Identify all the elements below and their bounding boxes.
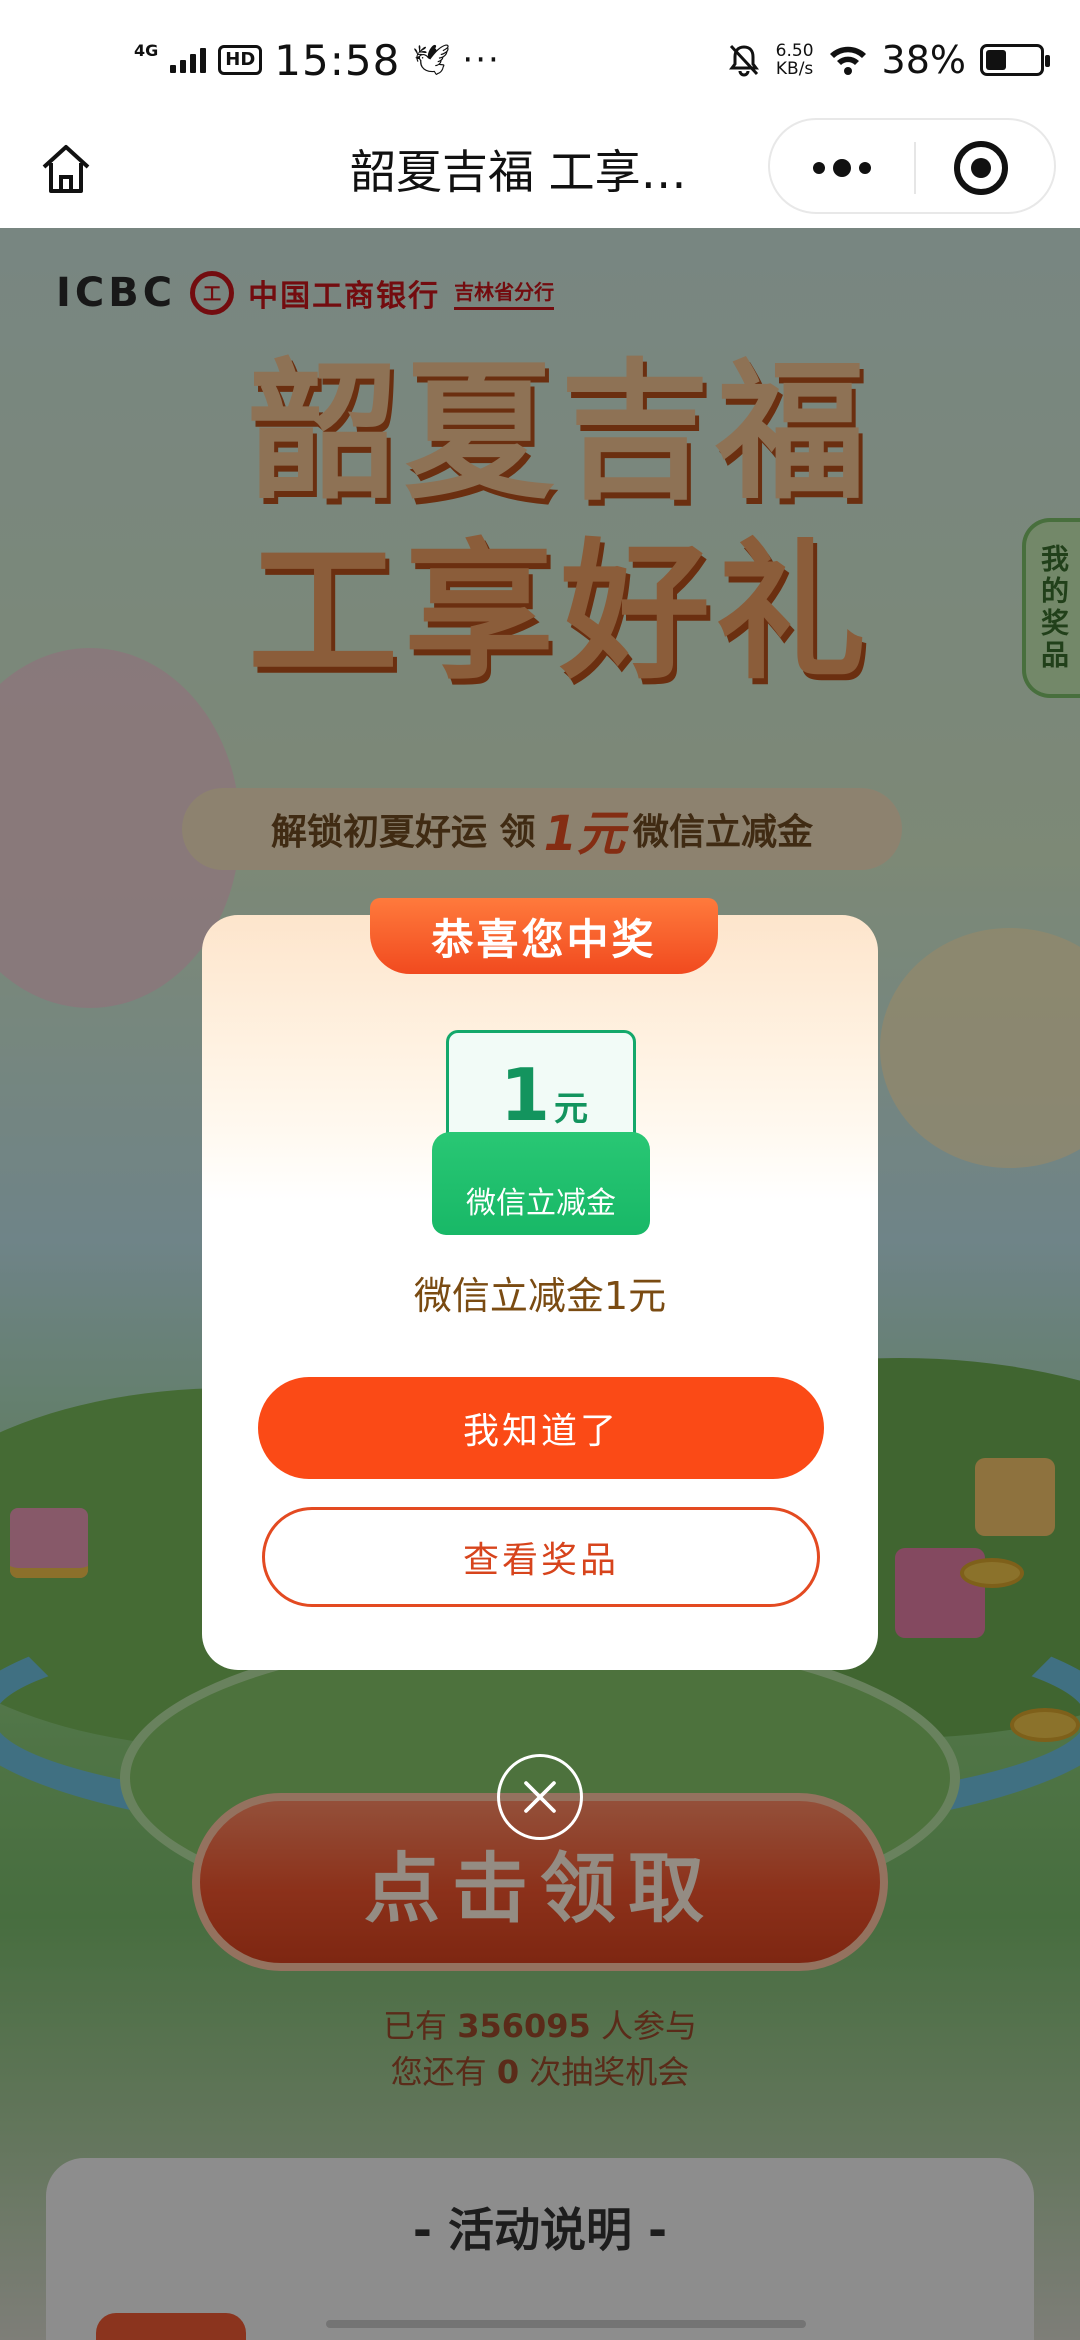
clock: 15:58 [274,35,401,85]
prize-modal: 1元 微信立减金 微信立减金1元 我知道了 查看奖品 [202,915,878,1670]
more-notifications: ··· [462,40,501,80]
hd-badge: HD [218,45,263,75]
mini-program-title-bar: 韶夏吉福 工享… [0,115,1080,228]
home-icon[interactable] [34,137,98,201]
network-speed: 6.50 KB/s [776,42,814,78]
view-prize-button[interactable]: 查看奖品 [262,1507,820,1607]
coupon-graphic: 1元 微信立减金 [432,1030,650,1235]
battery-fill [986,50,1006,70]
status-bar: 4G HD 15:58 🕊 ··· 6.50 KB/s 38% [0,0,1080,115]
wifi-icon [829,46,866,75]
coupon-envelope: 微信立减金 [432,1132,650,1235]
congrats-ribbon: 恭喜您中奖 [370,898,718,974]
signal-icon [170,47,207,73]
capsule-divider [914,142,916,194]
more-dots-icon[interactable] [806,142,878,194]
target-close-icon[interactable] [952,139,1010,197]
got-it-button[interactable]: 我知道了 [258,1377,824,1479]
page-title: 韶夏吉福 工享… [350,145,687,199]
speed-value: 6.50 [775,41,814,61]
close-icon[interactable] [497,1754,583,1840]
coupon-label: 微信立减金 [466,1186,616,1221]
speed-unit: KB/s [775,59,814,79]
coupon-amount-unit: 元 [554,1089,589,1129]
battery-icon [980,44,1050,76]
coupon-amount-number: 1 [499,1053,551,1137]
status-left: 4G HD 15:58 🕊 ··· [134,34,501,86]
prize-name: 微信立减金1元 [413,1274,667,1318]
mute-bell-icon [728,44,759,77]
status-right: 6.50 KB/s 38% [726,34,1050,86]
capsule-menu [768,118,1056,214]
network-type: 4G [134,40,159,60]
coupon-amount: 1元 [449,1053,639,1137]
battery-percent: 38% [881,38,966,82]
app-notification-icon: 🕊 [412,42,451,78]
